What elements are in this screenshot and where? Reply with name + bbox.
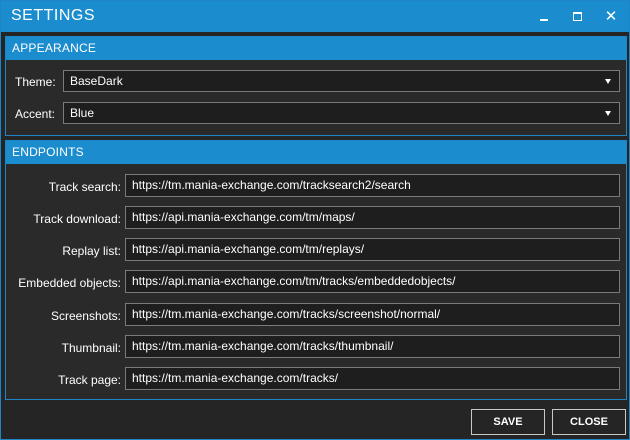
track-download-input[interactable]: https://api.mania-exchange.com/tm/maps/ xyxy=(125,206,620,229)
endpoint-label: Track download: xyxy=(33,212,121,226)
screenshots-input[interactable]: https://tm.mania-exchange.com/tracks/scr… xyxy=(125,303,620,326)
theme-select[interactable]: BaseDark xyxy=(63,70,620,92)
window-title: SETTINGS xyxy=(11,7,96,24)
theme-value: BaseDark xyxy=(70,74,123,88)
appearance-header: APPEARANCE xyxy=(6,37,626,60)
endpoint-label: Track search: xyxy=(48,180,121,194)
endpoint-label: Track page: xyxy=(58,373,121,387)
close-button[interactable]: CLOSE xyxy=(552,409,626,435)
track-page-input[interactable]: https://tm.mania-exchange.com/tracks/ xyxy=(125,367,620,390)
endpoint-label: Thumbnail: xyxy=(61,341,121,355)
endpoints-group: ENDPOINTS Track search: https://tm.mania… xyxy=(5,140,627,400)
minimize-icon[interactable] xyxy=(531,5,557,27)
thumbnail-input[interactable]: https://tm.mania-exchange.com/tracks/thu… xyxy=(125,335,620,358)
save-button[interactable]: SAVE xyxy=(471,409,545,435)
accent-value: Blue xyxy=(70,106,95,120)
chevron-down-icon xyxy=(605,79,611,84)
endpoint-label: Replay list: xyxy=(62,244,121,258)
track-search-input[interactable]: https://tm.mania-exchange.com/tracksearc… xyxy=(125,174,620,197)
chevron-down-icon xyxy=(605,111,611,116)
theme-label: Theme: xyxy=(15,75,56,89)
maximize-icon[interactable] xyxy=(564,5,590,27)
title-bar[interactable]: SETTINGS ✕ xyxy=(1,1,629,32)
endpoint-label: Screenshots: xyxy=(50,309,121,323)
close-icon[interactable]: ✕ xyxy=(598,5,624,27)
endpoint-label: Embedded objects: xyxy=(18,276,121,290)
appearance-group: APPEARANCE Theme: BaseDark Accent: Blue xyxy=(5,36,627,136)
embedded-objects-input[interactable]: https://api.mania-exchange.com/tm/tracks… xyxy=(125,270,620,293)
replay-list-input[interactable]: https://api.mania-exchange.com/tm/replay… xyxy=(125,238,620,261)
settings-window: SETTINGS ✕ APPEARANCE Theme: BaseDark Ac… xyxy=(0,0,630,440)
accent-select[interactable]: Blue xyxy=(63,102,620,124)
endpoints-header: ENDPOINTS xyxy=(6,141,626,164)
accent-label: Accent: xyxy=(15,107,56,121)
